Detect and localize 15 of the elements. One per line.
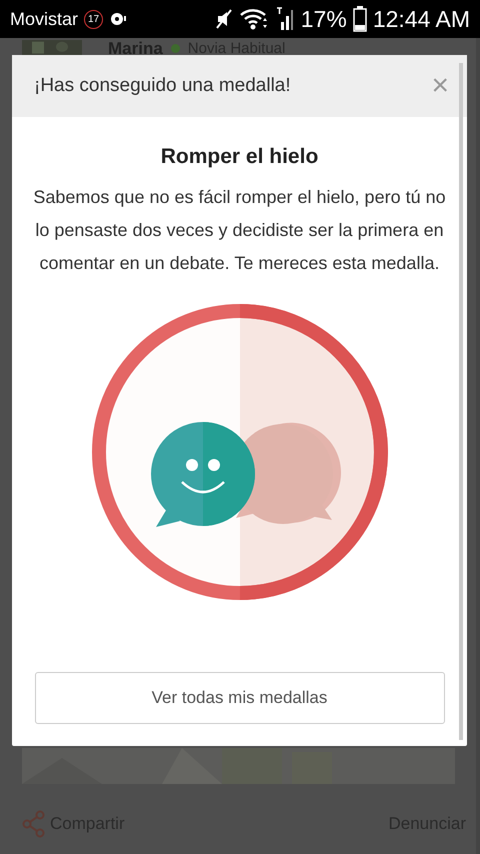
battery-icon bbox=[352, 6, 367, 32]
notification-count: 17 bbox=[84, 10, 104, 28]
dialog-title: ¡Has conseguido una medalla! bbox=[34, 75, 291, 97]
share-icon bbox=[22, 810, 46, 838]
mute-icon bbox=[214, 8, 233, 30]
medal-title: Romper el hielo bbox=[160, 145, 318, 169]
signal-icon bbox=[274, 6, 295, 32]
carrier-name: Movistar bbox=[10, 8, 78, 30]
battery-percent: 17% bbox=[300, 6, 347, 32]
status-dot bbox=[170, 44, 180, 53]
wifi-icon bbox=[238, 7, 269, 31]
clock: 12:44 AM bbox=[372, 6, 470, 32]
close-button[interactable]: × bbox=[427, 71, 453, 101]
medal-description: Sabemos que no es fácil romper el hielo, pero tú no lo pensaste dos veces y decidiste ser la primera en comentar en un debate. Te mereces esta medalla. bbox=[32, 186, 447, 275]
all-medals-button[interactable]: Ver todas mis medallas bbox=[34, 672, 444, 724]
